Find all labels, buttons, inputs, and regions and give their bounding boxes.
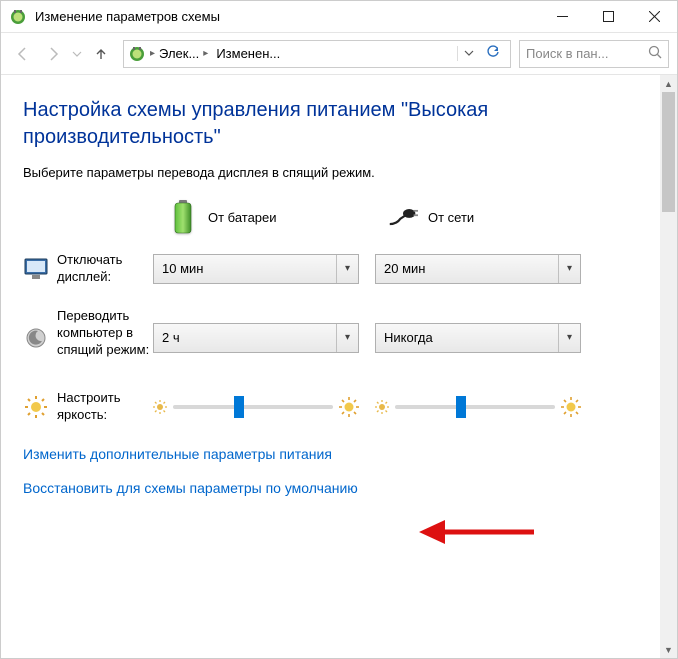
brightness-plugged-slider[interactable] [375,397,581,417]
breadcrumb-seg-1[interactable]: Элек... ▸ [155,46,212,61]
monitor-icon [23,256,49,282]
row-brightness: Настроить яркость: [23,390,640,424]
power-plan-icon [128,45,146,63]
column-battery-label: От батареи [208,210,277,225]
sun-small-icon [375,400,389,414]
chevron-down-icon: ▾ [558,255,580,283]
titlebar: Изменение параметров схемы [1,1,677,33]
sun-large-icon [339,397,359,417]
window-title: Изменение параметров схемы [35,9,539,24]
breadcrumb-dropdown[interactable] [457,46,480,61]
vertical-scrollbar[interactable]: ▲ ▼ [660,75,677,658]
breadcrumb-seg-1-label: Элек... [159,46,199,61]
column-battery: От батареи [168,200,388,234]
minimize-button[interactable] [539,1,585,32]
nav-forward-button[interactable] [39,40,67,68]
scroll-thumb[interactable] [662,92,675,212]
battery-icon [168,200,198,234]
nav-back-button[interactable] [9,40,37,68]
row-sleep-label: Переводить компьютер в спящий режим: [57,308,153,368]
sun-small-icon [153,400,167,414]
navbar: ▸ Элек... ▸ Изменен... Поиск в пан... [1,33,677,75]
brightness-battery-slider[interactable] [153,397,359,417]
dropdown-value: 10 мин [162,261,336,276]
display-off-battery-dropdown[interactable]: 10 мин ▾ [153,254,359,284]
breadcrumb-seg-2-label: Изменен... [216,46,280,61]
power-plan-appicon [9,8,27,26]
nav-recent-dropdown[interactable] [69,40,85,68]
sun-large-icon [561,397,581,417]
content-panel: Настройка схемы управления питанием "Выс… [1,75,660,658]
search-placeholder: Поиск в пан... [526,46,642,61]
page-title: Настройка схемы управления питанием "Выс… [23,97,640,151]
row-sleep: Переводить компьютер в спящий режим: 2 ч… [23,308,640,368]
scroll-up-button[interactable]: ▲ [660,75,677,92]
maximize-button[interactable] [585,1,631,32]
row-display-off-label: Отключать дисплей: [57,252,153,286]
slider-track[interactable] [173,405,333,409]
sleep-plugged-dropdown[interactable]: Никогда ▾ [375,323,581,353]
slider-thumb[interactable] [234,396,244,418]
slider-thumb[interactable] [456,396,466,418]
slider-track[interactable] [395,405,555,409]
sun-icon [23,394,49,420]
search-icon [648,45,662,62]
row-brightness-label: Настроить яркость: [57,390,153,424]
column-plugged-label: От сети [428,210,474,225]
moon-icon [23,325,49,351]
row-display-off: Отключать дисплей: 10 мин ▾ 20 мин ▾ [23,252,640,286]
sleep-battery-dropdown[interactable]: 2 ч ▾ [153,323,359,353]
chevron-right-icon: ▸ [203,48,208,59]
refresh-button[interactable] [480,45,506,62]
dropdown-value: 20 мин [384,261,558,276]
nav-up-button[interactable] [87,40,115,68]
column-headers: От батареи От сети [23,200,640,234]
chevron-down-icon: ▾ [336,324,358,352]
column-plugged: От сети [388,200,608,234]
close-button[interactable] [631,1,677,32]
scroll-track[interactable] [660,92,677,641]
plug-icon [388,200,418,234]
restore-defaults-link[interactable]: Восстановить для схемы параметры по умол… [23,480,640,496]
advanced-settings-link[interactable]: Изменить дополнительные параметры питани… [23,446,640,462]
dropdown-value: 2 ч [162,330,336,345]
breadcrumb-seg-2[interactable]: Изменен... [212,46,284,61]
chevron-down-icon: ▾ [336,255,358,283]
display-off-plugged-dropdown[interactable]: 20 мин ▾ [375,254,581,284]
page-subtext: Выберите параметры перевода дисплея в сп… [23,165,640,180]
dropdown-value: Никогда [384,330,558,345]
scroll-down-button[interactable]: ▼ [660,641,677,658]
chevron-down-icon: ▾ [558,324,580,352]
annotation-arrow [419,517,539,550]
search-input[interactable]: Поиск в пан... [519,40,669,68]
breadcrumb[interactable]: ▸ Элек... ▸ Изменен... [123,40,511,68]
